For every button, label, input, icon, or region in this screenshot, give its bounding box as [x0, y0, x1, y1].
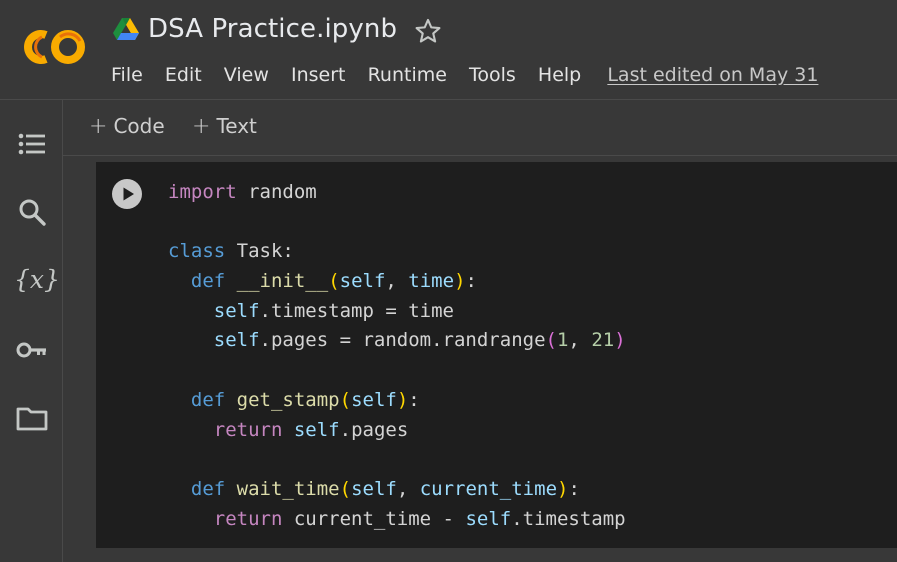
code-token: def [190, 388, 226, 411]
variables-icon[interactable]: {x} [14, 262, 60, 298]
code-line: def wait_time(self, current_time): [168, 475, 888, 505]
colab-logo[interactable] [22, 25, 88, 69]
code-token: Task: [225, 240, 294, 263]
code-token: .pages = random.randrange [259, 329, 546, 352]
code-token: .pages [339, 418, 409, 441]
code-token: self [213, 299, 260, 322]
code-token: 21 [591, 329, 615, 352]
code-line: self.timestamp = time [168, 297, 888, 327]
left-sidebar: {x} [0, 100, 63, 562]
menu-view[interactable]: View [224, 62, 269, 88]
menu-bar: File Edit View Insert Runtime Tools Help… [111, 62, 818, 88]
code-token: , [396, 477, 420, 500]
code-token: current_time [419, 477, 558, 500]
code-token: self [339, 270, 386, 293]
notebook-header: DSA Practice.ipynb File Edit View Insert… [0, 0, 897, 100]
code-line: class Task: [168, 237, 888, 267]
code-token: self [465, 507, 512, 530]
code-token: , [385, 270, 409, 293]
code-token: ) [454, 270, 466, 293]
code-token: time [408, 270, 455, 293]
menu-insert[interactable]: Insert [291, 62, 346, 88]
code-token: ) [614, 329, 626, 352]
notebook-title[interactable]: DSA Practice.ipynb [148, 14, 397, 44]
star-icon[interactable] [414, 17, 442, 45]
code-token: current_time - [282, 507, 466, 530]
code-token: self [351, 388, 397, 411]
folder-icon[interactable] [14, 400, 50, 436]
code-token: class [168, 240, 226, 263]
code-token: return [213, 507, 283, 530]
key-icon[interactable] [14, 332, 50, 368]
last-edited-link[interactable]: Last edited on May 31 [607, 62, 818, 88]
code-token: ) [557, 477, 569, 500]
code-line: self.pages = random.randrange(1, 21) [168, 326, 888, 356]
run-cell-button[interactable] [111, 178, 143, 210]
code-token: : [408, 388, 420, 411]
code-token: , [568, 329, 592, 352]
code-token: ( [545, 329, 557, 352]
code-line: import random [168, 178, 888, 208]
code-token: ( [339, 388, 352, 411]
menu-edit[interactable]: Edit [165, 62, 202, 88]
google-drive-icon[interactable] [113, 18, 139, 40]
code-token: self [351, 477, 397, 500]
add-text-cell-button[interactable]: + Text [192, 114, 257, 139]
code-token: wait_time [236, 477, 340, 500]
code-token: def [190, 270, 226, 293]
code-line: def get_stamp(self): [168, 386, 888, 416]
add-code-cell-button[interactable]: + Code [89, 114, 165, 139]
code-line: return current_time - self.timestamp [168, 505, 888, 535]
code-token: ( [328, 270, 340, 293]
menu-file[interactable]: File [111, 62, 143, 88]
code-token: self [293, 418, 340, 441]
cell-toolbar: + Code + Text [63, 100, 897, 156]
code-token: ) [396, 388, 409, 411]
code-token: __init__ [236, 270, 329, 293]
code-token: self [213, 329, 260, 352]
table-of-contents-icon[interactable] [14, 126, 50, 162]
menu-tools[interactable]: Tools [469, 62, 516, 88]
add-code-label: Code [113, 114, 165, 138]
search-icon[interactable] [14, 194, 50, 230]
code-line: def __init__(self, time): [168, 267, 888, 297]
code-token: 1 [556, 329, 569, 352]
code-token: get_stamp [236, 388, 340, 411]
code-token: .timestamp = time [259, 299, 454, 322]
code-token: .timestamp [511, 507, 626, 530]
code-token: ( [339, 477, 352, 500]
code-token: : [568, 477, 580, 500]
menu-runtime[interactable]: Runtime [368, 62, 447, 88]
add-text-label: Text [216, 114, 257, 138]
code-editor[interactable]: import random class Task: def __init__(se… [168, 178, 888, 534]
code-token: def [190, 477, 226, 500]
code-token: : [465, 270, 477, 293]
code-line: return self.pages [168, 416, 888, 446]
code-token: import [168, 181, 237, 203]
code-token: return [213, 418, 283, 441]
menu-help[interactable]: Help [538, 62, 581, 88]
code-token: random [236, 181, 317, 203]
